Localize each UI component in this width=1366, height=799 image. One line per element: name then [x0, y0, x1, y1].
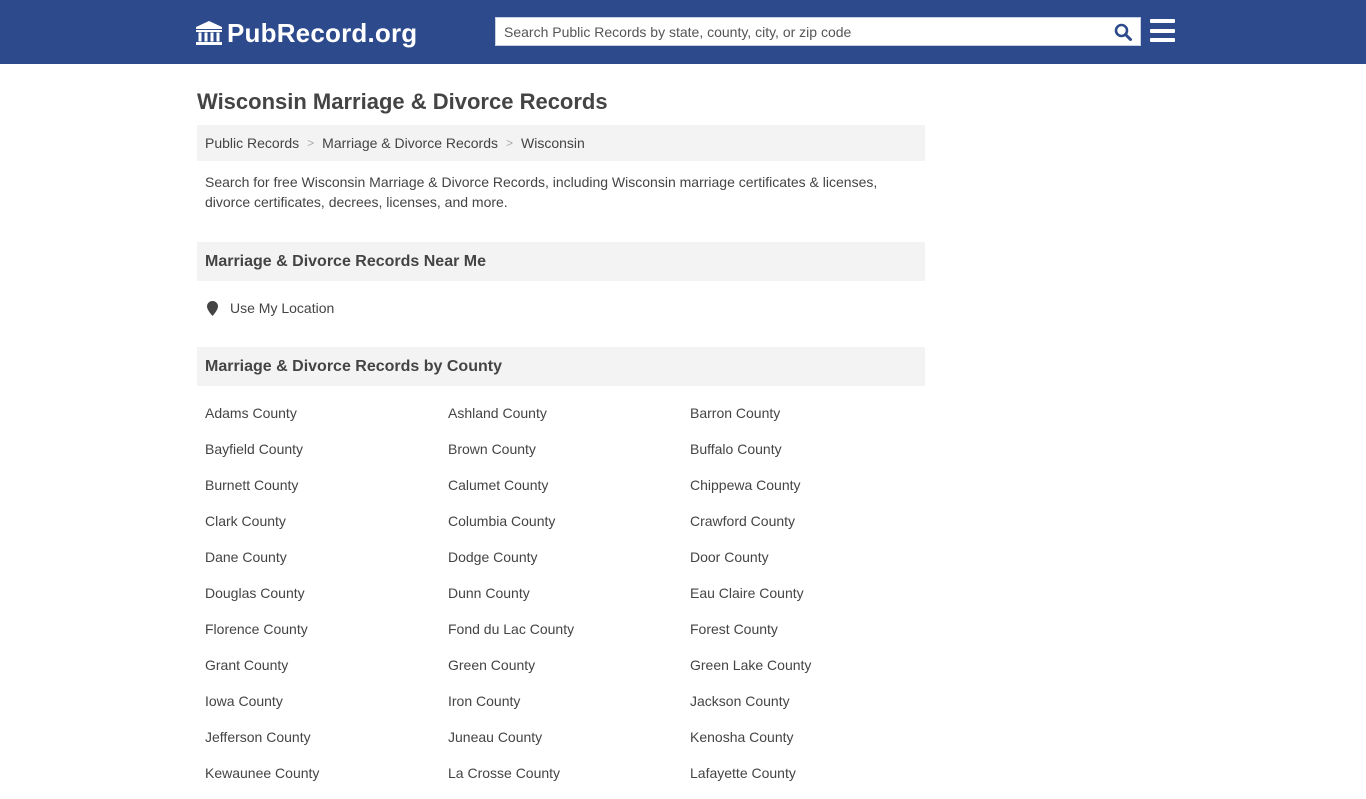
menu-bar [1150, 38, 1175, 42]
page-title: Wisconsin Marriage & Divorce Records [197, 89, 608, 114]
search-bar [495, 17, 1141, 46]
hamburger-menu-icon[interactable] [1150, 19, 1175, 42]
map-marker-icon [207, 300, 218, 316]
county-link[interactable]: Adams County [205, 403, 448, 439]
search-input[interactable] [496, 18, 1106, 45]
near-me-heading: Marriage & Divorce Records Near Me [197, 242, 925, 281]
county-link[interactable]: Crawford County [690, 511, 933, 547]
county-link[interactable]: Dodge County [448, 547, 690, 583]
county-link[interactable]: Dunn County [448, 583, 690, 619]
breadcrumb-separator: > [307, 136, 315, 150]
county-link[interactable]: Eau Claire County [690, 583, 933, 619]
courthouse-icon [196, 21, 222, 45]
county-link[interactable]: Calumet County [448, 475, 690, 511]
county-link[interactable]: Fond du Lac County [448, 619, 690, 655]
county-link[interactable]: Jefferson County [205, 727, 448, 763]
search-button[interactable] [1106, 18, 1140, 45]
breadcrumb-marriage-divorce-records[interactable]: Marriage & Divorce Records [322, 135, 498, 151]
top-header: PubRecord.org [0, 0, 1366, 64]
county-link[interactable]: Barron County [690, 403, 933, 439]
county-link[interactable]: Brown County [448, 439, 690, 475]
county-link[interactable]: Chippewa County [690, 475, 933, 511]
county-link[interactable]: Florence County [205, 619, 448, 655]
site-logo[interactable]: PubRecord.org [195, 18, 417, 48]
use-my-location-label: Use My Location [230, 300, 335, 316]
county-link[interactable]: Iron County [448, 691, 690, 727]
county-link[interactable]: Forest County [690, 619, 933, 655]
use-my-location-link[interactable]: Use My Location [197, 299, 925, 317]
county-link[interactable]: Juneau County [448, 727, 690, 763]
intro-text: Search for free Wisconsin Marriage & Div… [205, 174, 878, 210]
county-link[interactable]: Columbia County [448, 511, 690, 547]
county-link[interactable]: Green County [448, 655, 690, 691]
breadcrumb-separator: > [506, 136, 514, 150]
menu-bar [1150, 19, 1175, 23]
county-link[interactable]: Douglas County [205, 583, 448, 619]
county-link[interactable]: La Crosse County [448, 763, 690, 799]
breadcrumb-current: Wisconsin [521, 135, 585, 151]
county-link[interactable]: Kenosha County [690, 727, 933, 763]
county-list: Adams County Ashland County Barron County B… [197, 403, 925, 799]
county-link[interactable]: Green Lake County [690, 655, 933, 691]
county-link[interactable]: Iowa County [205, 691, 448, 727]
search-icon [1114, 23, 1132, 41]
county-link[interactable]: Burnett County [205, 475, 448, 511]
county-link[interactable]: Ashland County [448, 403, 690, 439]
county-link[interactable]: Buffalo County [690, 439, 933, 475]
breadcrumb-public-records[interactable]: Public Records [205, 135, 299, 151]
county-link[interactable]: Kewaunee County [205, 763, 448, 799]
main-content: Wisconsin Marriage & Divorce Records Pub… [197, 64, 925, 799]
logo-text: PubRecord.org [227, 17, 418, 48]
county-link[interactable]: Jackson County [690, 691, 933, 727]
county-link[interactable]: Door County [690, 547, 933, 583]
menu-bar [1150, 28, 1175, 33]
county-link[interactable]: Bayfield County [205, 439, 448, 475]
by-county-heading: Marriage & Divorce Records by County [197, 347, 925, 386]
county-link[interactable]: Dane County [205, 547, 448, 583]
county-link[interactable]: Clark County [205, 511, 448, 547]
breadcrumb: Public Records > Marriage & Divorce Reco… [197, 125, 925, 161]
county-link[interactable]: Grant County [205, 655, 448, 691]
county-link[interactable]: Lafayette County [690, 763, 933, 799]
